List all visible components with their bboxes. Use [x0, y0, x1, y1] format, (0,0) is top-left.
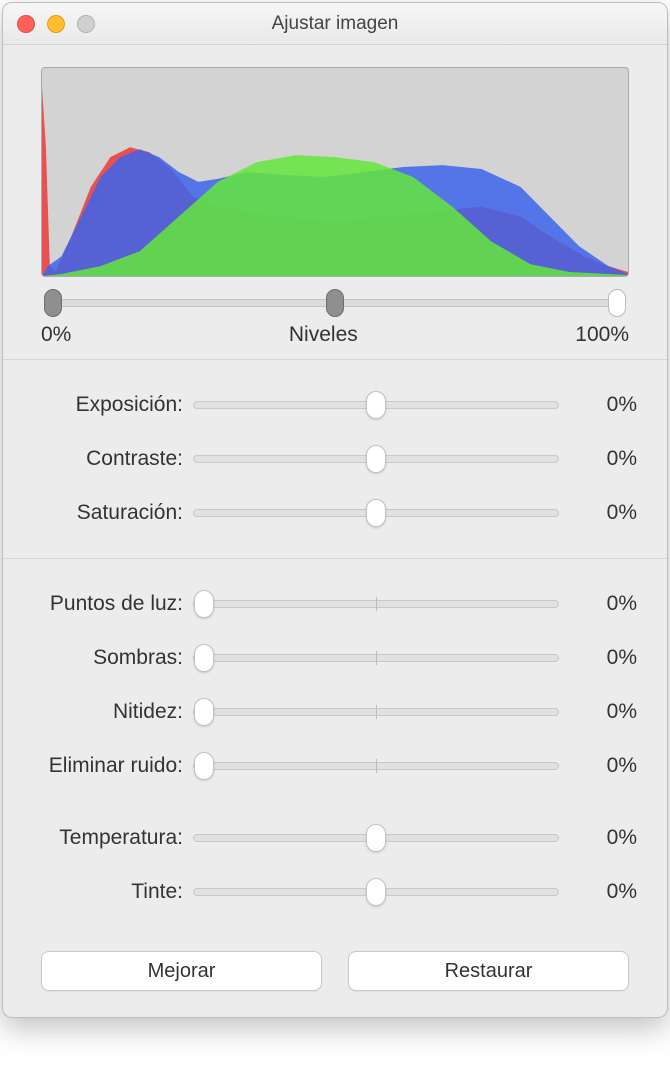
levels-right-label: 100%	[575, 323, 629, 347]
minimize-icon[interactable]	[47, 15, 65, 33]
histogram-svg	[42, 68, 628, 276]
g2-value-2: 0%	[559, 700, 637, 724]
levels-black-thumb[interactable]	[44, 289, 62, 317]
g2-value-0: 0%	[559, 592, 637, 616]
slider-tick	[376, 597, 377, 611]
g3-value-0: 0%	[559, 826, 637, 850]
enhance-button[interactable]: Mejorar	[41, 951, 322, 991]
reset-button[interactable]: Restaurar	[348, 951, 629, 991]
slider-tick	[376, 705, 377, 719]
slider-thumb[interactable]	[194, 644, 214, 672]
slider-tick	[376, 651, 377, 665]
slider-thumb[interactable]	[194, 590, 214, 618]
g2-value-3: 0%	[559, 754, 637, 778]
slider-thumb[interactable]	[194, 752, 214, 780]
panel-content: 0% Niveles 100% Exposición: 0% Contraste: 0…	[3, 45, 667, 1017]
g1-value-0: 0%	[559, 393, 637, 417]
window-controls	[3, 15, 95, 33]
g1-label-1: Contraste:	[13, 447, 193, 471]
levels-white-thumb[interactable]	[608, 289, 626, 317]
slider-thumb[interactable]	[366, 878, 386, 906]
g2-label-1: Sombras:	[13, 646, 193, 670]
g3-row-0: Temperatura: 0%	[13, 811, 637, 865]
g1-label-0: Exposición:	[13, 393, 193, 417]
levels-mid-label: Niveles	[289, 323, 358, 347]
g2-slider-0[interactable]	[193, 591, 559, 617]
g1-value-2: 0%	[559, 501, 637, 525]
slider-thumb[interactable]	[366, 391, 386, 419]
g3-label-1: Tinte:	[13, 880, 193, 904]
g1-row-2: Saturación: 0%	[13, 486, 637, 540]
g2-row-3: Eliminar ruido: 0%	[13, 739, 637, 793]
slider-group-1: Exposición: 0% Contraste: 0% Saturación: 0%	[3, 360, 667, 559]
g2-label-2: Nitidez:	[13, 700, 193, 724]
g2-label-3: Eliminar ruido:	[13, 754, 193, 778]
g1-value-1: 0%	[559, 447, 637, 471]
g2-row-1: Sombras: 0%	[13, 631, 637, 685]
slider-group-2: Puntos de luz:0%Sombras:0%Nitidez:0%Elim…	[3, 559, 667, 937]
g3-label-0: Temperatura:	[13, 826, 193, 850]
g1-slider-1[interactable]	[193, 446, 559, 472]
window-title: Ajustar imagen	[3, 13, 667, 35]
g3-row-1: Tinte: 0%	[13, 865, 637, 919]
slider-thumb[interactable]	[366, 445, 386, 473]
g1-slider-0[interactable]	[193, 392, 559, 418]
histogram-section: 0% Niveles 100%	[3, 45, 667, 360]
g3-slider-0[interactable]	[193, 825, 559, 851]
adjust-image-window: Ajustar imagen 0% Niveles 100%	[2, 2, 668, 1018]
levels-slider[interactable]	[41, 289, 629, 319]
slider-thumb[interactable]	[366, 499, 386, 527]
slider-thumb[interactable]	[194, 698, 214, 726]
histogram	[41, 67, 629, 277]
g2-slider-2[interactable]	[193, 699, 559, 725]
g3-value-1: 0%	[559, 880, 637, 904]
g2-label-0: Puntos de luz:	[13, 592, 193, 616]
g1-label-2: Saturación:	[13, 501, 193, 525]
g1-row-0: Exposición: 0%	[13, 378, 637, 432]
button-row: Mejorar Restaurar	[3, 937, 667, 1017]
close-icon[interactable]	[17, 15, 35, 33]
g2-slider-1[interactable]	[193, 645, 559, 671]
levels-left-label: 0%	[41, 323, 71, 347]
levels-mid-thumb[interactable]	[326, 289, 344, 317]
levels-labels: 0% Niveles 100%	[41, 323, 629, 347]
slider-thumb[interactable]	[366, 824, 386, 852]
g2-row-0: Puntos de luz: 0%	[13, 577, 637, 631]
g3-slider-1[interactable]	[193, 879, 559, 905]
titlebar: Ajustar imagen	[3, 3, 667, 45]
slider-tick	[376, 759, 377, 773]
g2-value-1: 0%	[559, 646, 637, 670]
g2-row-2: Nitidez: 0%	[13, 685, 637, 739]
zoom-icon	[77, 15, 95, 33]
g2-slider-3[interactable]	[193, 753, 559, 779]
g1-row-1: Contraste: 0%	[13, 432, 637, 486]
g1-slider-2[interactable]	[193, 500, 559, 526]
